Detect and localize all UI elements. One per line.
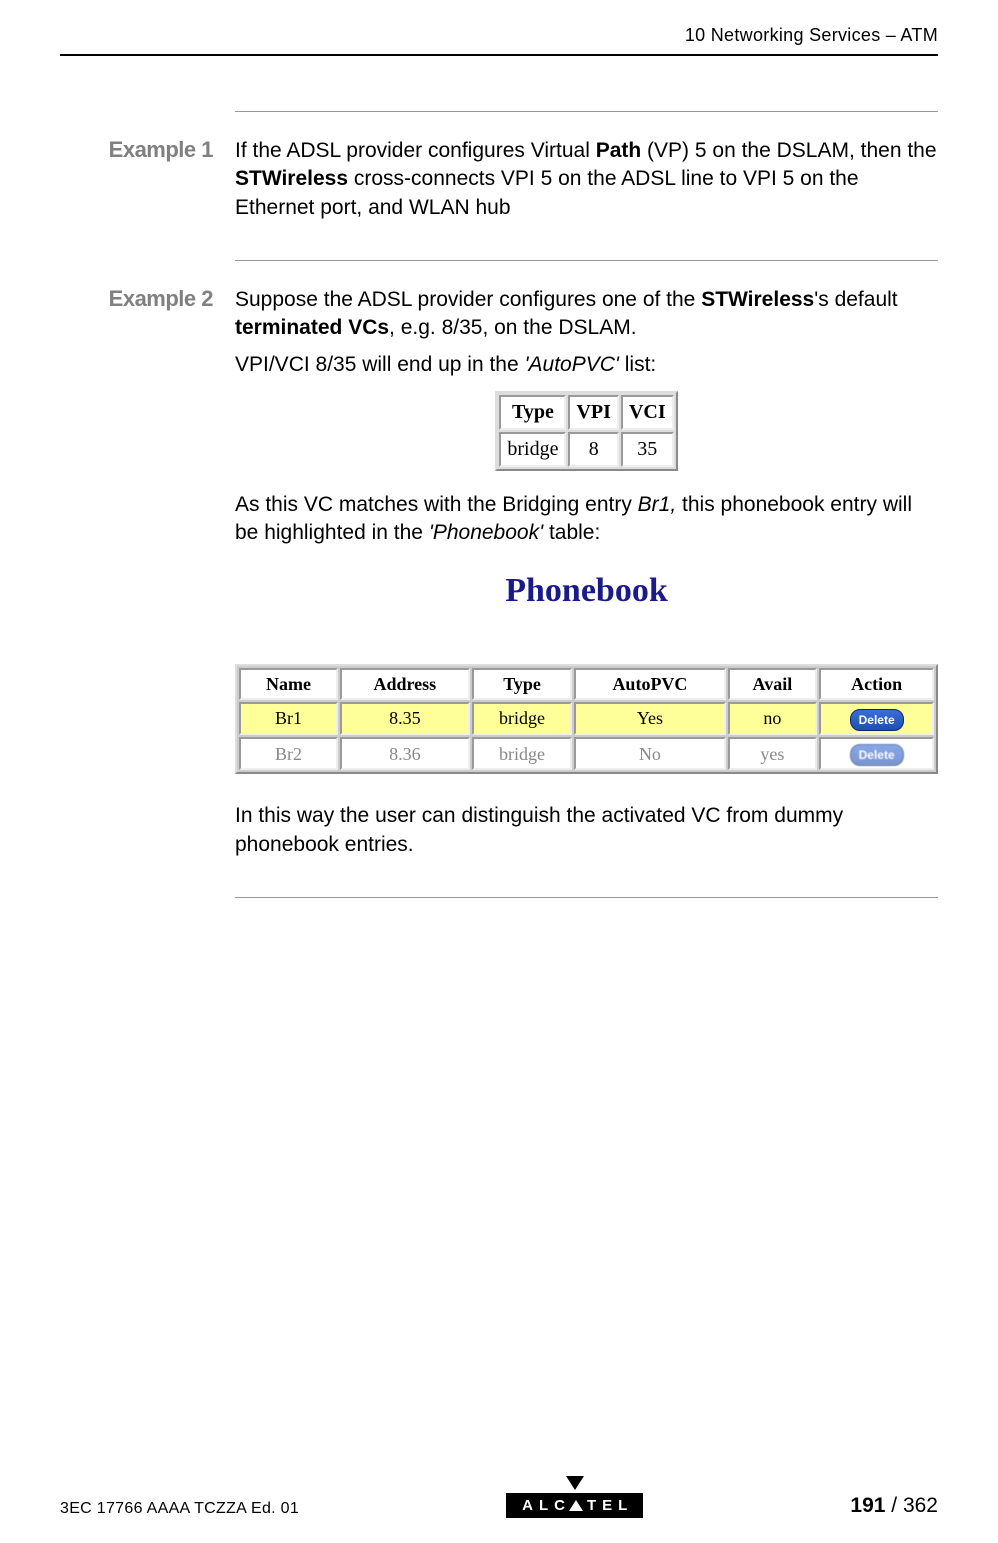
- page-number: 191 / 362: [850, 1494, 938, 1518]
- alcatel-logo: ALC TEL: [506, 1493, 643, 1518]
- text: In this way the user can distinguish the…: [235, 802, 938, 859]
- text-bold: terminated VCs: [235, 316, 389, 339]
- cell-type: bridge: [499, 432, 566, 467]
- section-divider: [235, 260, 938, 261]
- logo-text: ALC: [522, 1497, 571, 1514]
- col-type: Type: [472, 668, 573, 700]
- cell-avail: yes: [728, 737, 818, 770]
- text-bold: STWireless: [701, 288, 814, 311]
- section-divider: [235, 897, 938, 898]
- cell-address: 8.35: [340, 702, 470, 735]
- text-italic: 'Phonebook': [429, 521, 543, 544]
- phonebook-table: Name Address Type AutoPVC Avail Action B…: [235, 664, 938, 775]
- delete-button[interactable]: Delete: [850, 744, 904, 766]
- header-rule: [60, 54, 938, 56]
- text: list:: [619, 353, 656, 376]
- example-2-content: Suppose the ADSL provider configures one…: [235, 286, 938, 867]
- cell-autopvc: No: [574, 737, 725, 770]
- text: table:: [543, 521, 600, 544]
- text-bold: STWireless: [235, 167, 348, 190]
- col-name: Name: [239, 668, 338, 700]
- cell-autopvc: Yes: [574, 702, 725, 735]
- example-2-block: Example 2 Suppose the ADSL provider conf…: [60, 286, 938, 867]
- cell-vpi: 8: [568, 432, 618, 467]
- col-type: Type: [499, 395, 566, 430]
- example-1-block: Example 1 If the ADSL provider configure…: [60, 137, 938, 230]
- cell-address: 8.36: [340, 737, 470, 770]
- page-header-chapter: 10 Networking Services – ATM: [60, 25, 938, 46]
- triangle-up-icon: [569, 1500, 583, 1511]
- example-1-content: If the ADSL provider configures Virtual …: [235, 137, 938, 230]
- cell-type: bridge: [472, 737, 573, 770]
- page-footer: 3EC 17766 AAAA TCZZA Ed. 01 ALC TEL 191 /…: [60, 1476, 938, 1518]
- brand-logo: ALC TEL: [506, 1476, 643, 1518]
- section-divider: [235, 111, 938, 112]
- text-italic: 'AutoPVC': [525, 353, 619, 376]
- table-header-row: Name Address Type AutoPVC Avail Action: [239, 668, 934, 700]
- text: Suppose the ADSL provider configures one…: [235, 288, 701, 311]
- col-address: Address: [340, 668, 470, 700]
- text: 's default: [814, 288, 897, 311]
- doc-id: 3EC 17766 AAAA TCZZA Ed. 01: [60, 1500, 299, 1518]
- example-2-label: Example 2: [60, 286, 235, 867]
- col-action: Action: [819, 668, 934, 700]
- cell-action: Delete: [819, 737, 934, 770]
- cell-type: bridge: [472, 702, 573, 735]
- text-italic: Br1,: [638, 493, 677, 516]
- autopvc-table: Type VPI VCI bridge 8 35: [495, 391, 677, 471]
- phonebook-heading: Phonebook: [235, 568, 938, 614]
- text: As this VC matches with the Bridging ent…: [235, 493, 638, 516]
- text: If the ADSL provider configures Virtual: [235, 139, 596, 162]
- cell-action: Delete: [819, 702, 934, 735]
- table-header-row: Type VPI VCI: [499, 395, 673, 430]
- cell-name: Br1: [239, 702, 338, 735]
- table-row: Br2 8.36 bridge No yes Delete: [239, 737, 934, 770]
- text: , e.g. 8/35, on the DSLAM.: [389, 316, 636, 339]
- page-current: 191: [850, 1494, 885, 1517]
- logo-text: TEL: [587, 1497, 633, 1514]
- text-bold: Path: [596, 139, 642, 162]
- delete-button[interactable]: Delete: [850, 709, 904, 731]
- cell-avail: no: [728, 702, 818, 735]
- col-avail: Avail: [728, 668, 818, 700]
- col-vci: VCI: [621, 395, 674, 430]
- cell-name: Br2: [239, 737, 338, 770]
- col-vpi: VPI: [568, 395, 618, 430]
- text: VPI/VCI 8/35 will end up in the: [235, 353, 525, 376]
- table-row: bridge 8 35: [499, 432, 673, 467]
- page-total: 362: [903, 1494, 938, 1517]
- triangle-down-icon: [566, 1476, 584, 1490]
- example-1-label: Example 1: [60, 137, 235, 230]
- text: (VP) 5 on the DSLAM, then the: [641, 139, 936, 162]
- cell-vci: 35: [621, 432, 674, 467]
- page-sep: /: [885, 1494, 903, 1517]
- table-row-highlighted: Br1 8.35 bridge Yes no Delete: [239, 702, 934, 735]
- col-autopvc: AutoPVC: [574, 668, 725, 700]
